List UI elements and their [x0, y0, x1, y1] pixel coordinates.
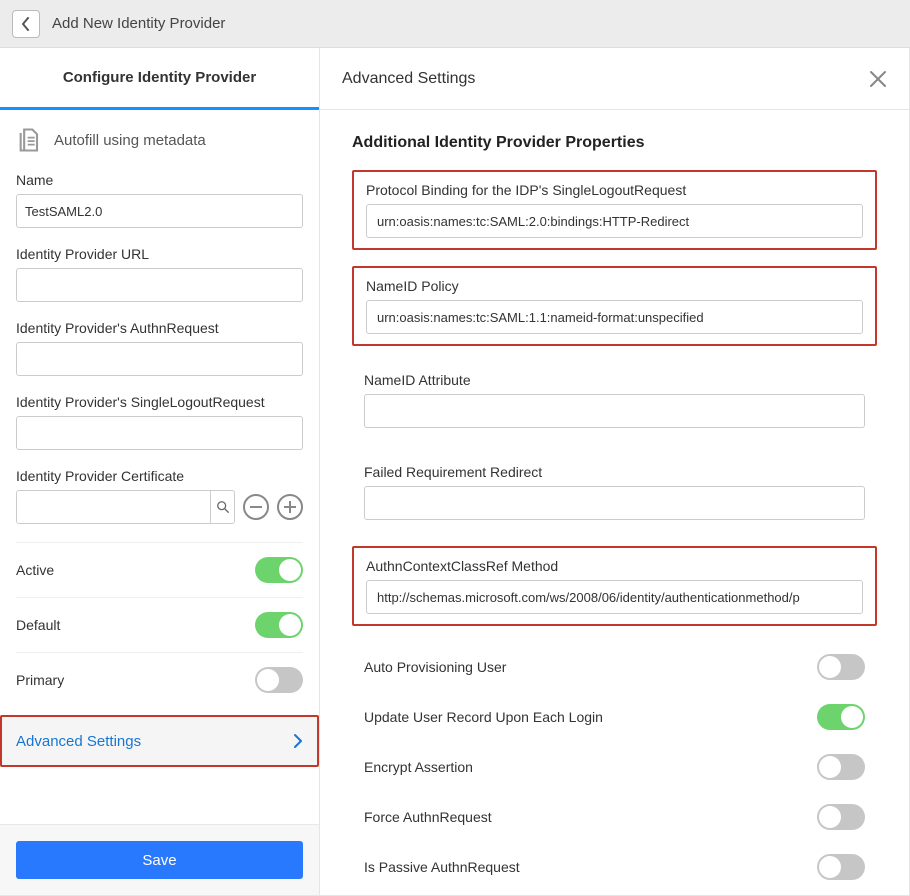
binding-input[interactable]: [366, 204, 863, 238]
cert-input[interactable]: [17, 491, 210, 523]
encrypt-label: Encrypt Assertion: [364, 759, 473, 775]
save-button[interactable]: Save: [16, 841, 303, 879]
active-toggle[interactable]: [255, 557, 303, 583]
authn-request-input[interactable]: [16, 342, 303, 376]
cert-label: Identity Provider Certificate: [16, 468, 303, 484]
right-panel-title: Advanced Settings: [342, 70, 475, 88]
authn-method-label: AuthnContextClassRef Method: [366, 558, 863, 574]
close-icon: [869, 70, 887, 88]
search-icon: [216, 500, 230, 514]
cert-add-button[interactable]: [277, 494, 303, 520]
close-button[interactable]: [869, 70, 887, 88]
autofill-metadata[interactable]: Autofill using metadata: [16, 126, 303, 154]
chevron-right-icon: [293, 733, 303, 749]
autofill-label: Autofill using metadata: [54, 132, 206, 149]
nameid-policy-label: NameID Policy: [366, 278, 863, 294]
right-panel: Advanced Settings Additional Identity Pr…: [320, 48, 910, 896]
slo-request-label: Identity Provider's SingleLogoutRequest: [16, 394, 303, 410]
url-input[interactable]: [16, 268, 303, 302]
nameid-attr-label: NameID Attribute: [364, 372, 865, 388]
advanced-settings-label: Advanced Settings: [16, 733, 141, 750]
slo-request-input[interactable]: [16, 416, 303, 450]
failed-redirect-label: Failed Requirement Redirect: [364, 464, 865, 480]
cert-search-button[interactable]: [210, 491, 234, 523]
primary-toggle[interactable]: [255, 667, 303, 693]
auto-prov-label: Auto Provisioning User: [364, 659, 506, 675]
default-toggle[interactable]: [255, 612, 303, 638]
authn-method-input[interactable]: [366, 580, 863, 614]
authn-request-label: Identity Provider's AuthnRequest: [16, 320, 303, 336]
back-button[interactable]: [12, 10, 40, 38]
update-login-toggle[interactable]: [817, 704, 865, 730]
topbar: Add New Identity Provider: [0, 0, 910, 48]
active-label: Active: [16, 562, 54, 578]
page-title: Add New Identity Provider: [52, 15, 225, 32]
is-passive-toggle[interactable]: [817, 854, 865, 880]
advanced-settings-row[interactable]: Advanced Settings: [0, 715, 319, 767]
document-icon: [16, 126, 44, 154]
primary-label: Primary: [16, 672, 64, 688]
url-label: Identity Provider URL: [16, 246, 303, 262]
name-input[interactable]: [16, 194, 303, 228]
is-passive-label: Is Passive AuthnRequest: [364, 859, 520, 875]
nameid-policy-input[interactable]: [366, 300, 863, 334]
left-panel-header: Configure Identity Provider: [0, 48, 319, 110]
name-label: Name: [16, 172, 303, 188]
section-title: Additional Identity Provider Properties: [352, 134, 877, 152]
force-authn-toggle[interactable]: [817, 804, 865, 830]
plus-icon: [284, 501, 296, 513]
cert-remove-button[interactable]: [243, 494, 269, 520]
chevron-left-icon: [21, 17, 31, 31]
encrypt-toggle[interactable]: [817, 754, 865, 780]
left-panel: Configure Identity Provider Autofill usi…: [0, 48, 320, 896]
force-authn-label: Force AuthnRequest: [364, 809, 492, 825]
failed-redirect-input[interactable]: [364, 486, 865, 520]
update-login-label: Update User Record Upon Each Login: [364, 709, 603, 725]
binding-label: Protocol Binding for the IDP's SingleLog…: [366, 182, 863, 198]
nameid-attr-input[interactable]: [364, 394, 865, 428]
minus-icon: [250, 506, 262, 508]
default-label: Default: [16, 617, 60, 633]
auto-prov-toggle[interactable]: [817, 654, 865, 680]
